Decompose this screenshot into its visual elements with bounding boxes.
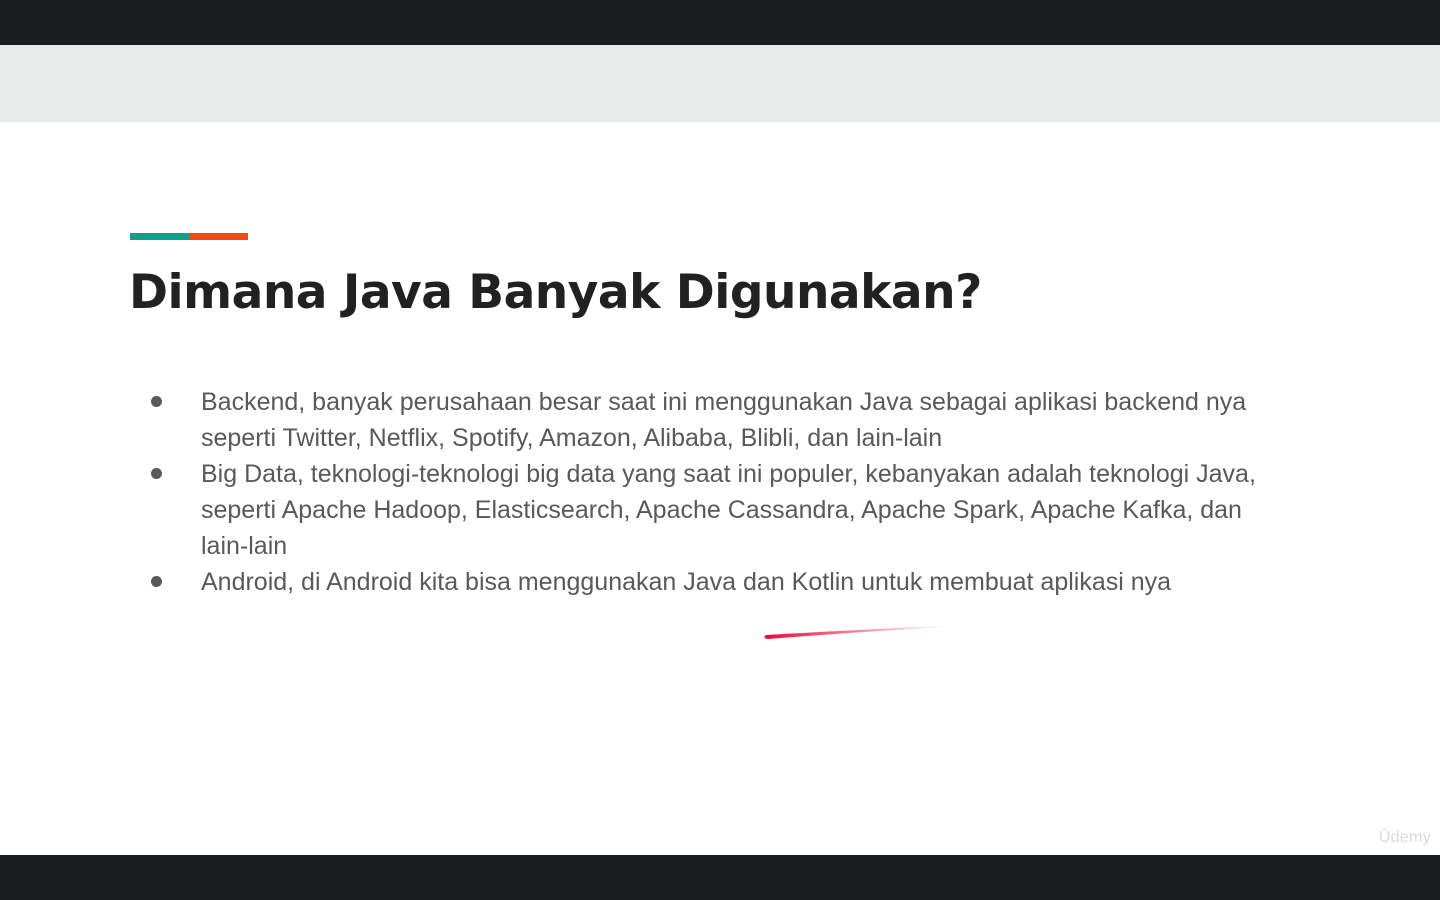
bullet-dot-icon: [151, 576, 162, 587]
accent-teal-segment: [130, 233, 190, 240]
bullet-list: Backend, banyak perusahaan besar saat in…: [150, 384, 1280, 600]
bullet-item-backend: Backend, banyak perusahaan besar saat in…: [150, 384, 1280, 456]
bullet-dot-icon: [151, 396, 162, 407]
bullet-item-android: Android, di Android kita bisa menggunaka…: [150, 564, 1280, 600]
pen-annotation-stroke: [764, 626, 945, 639]
video-bottom-bar: [0, 855, 1440, 900]
accent-orange-segment: [190, 233, 248, 240]
slide-header-band: [0, 45, 1440, 122]
presentation-slide: Dimana Java Banyak Digunakan? Backend, b…: [0, 45, 1440, 855]
title-accent-bar: [130, 233, 248, 240]
bullet-text: Android, di Android kita bisa menggunaka…: [201, 568, 1172, 596]
slide-title: Dimana Java Banyak Digunakan?: [129, 265, 982, 320]
bullet-item-big-data: Big Data, teknologi-teknologi big data y…: [150, 456, 1280, 564]
bullet-dot-icon: [151, 468, 162, 479]
bullet-text: Big Data, teknologi-teknologi big data y…: [201, 460, 1256, 560]
bullet-text: Backend, banyak perusahaan besar saat in…: [201, 388, 1247, 452]
video-top-bar: [0, 0, 1440, 45]
udemy-watermark: Ūdemy: [1378, 829, 1431, 846]
